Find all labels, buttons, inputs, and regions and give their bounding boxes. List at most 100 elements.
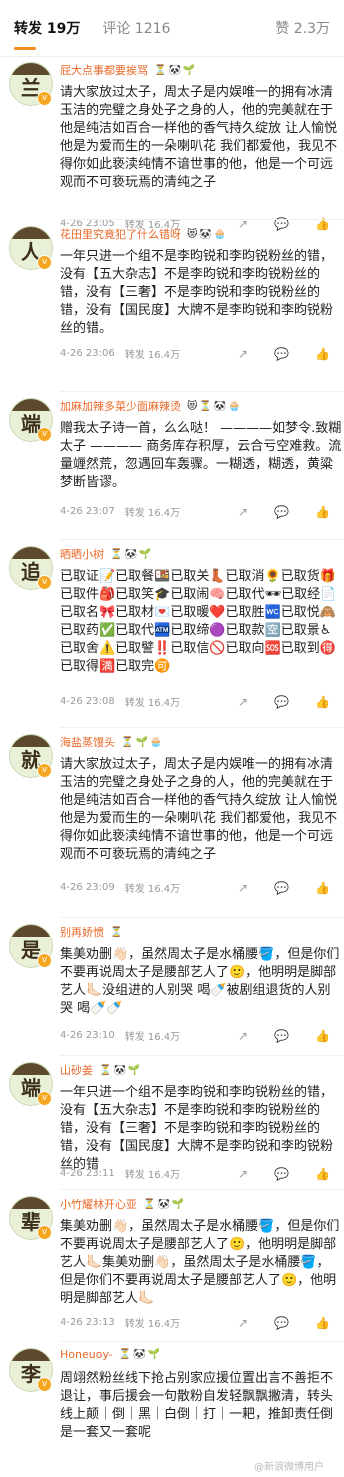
username[interactable]: Honeuoy- — [60, 1348, 113, 1361]
timestamp: 4-26 23:09 — [60, 882, 115, 893]
action-bar: ↗ 💬 👍 — [238, 347, 330, 361]
comment-icon[interactable]: 💬 — [274, 347, 289, 361]
username[interactable]: 加麻加辣多菜少面麻辣烫 — [60, 398, 181, 414]
repost-item: 辈 v 小竹耀林开心亚 ⏳🐼🌱 集美劝删👋🏻，虽然周太子是水桶腰🪣，但是你们不要再说周太… — [0, 1190, 344, 1342]
repost-item: 人 v 花田里究竟犯了什么错呀 😻🐼🧁 一年只进一个组不是李昀锐和李昀锐粉丝的错，没有【… — [0, 220, 344, 392]
verified-badge-icon: v — [37, 1377, 52, 1392]
username[interactable]: 屁大点事都要挨骂 — [60, 62, 148, 78]
repost-item: 端 v 山砂姜 ⏳🐼🌱 一年只进一个组不是李昀锐和李昀锐粉丝的错，没有【五大杂志】不是李… — [0, 1056, 344, 1190]
timestamp: 4-26 23:06 — [60, 348, 115, 359]
repost-item: 是 v 别再娇惯 ⏳ 集美劝删👋🏻，虽然周太子是水桶腰🪣，但是你们不要再说周太子是腰部艺… — [0, 918, 344, 1056]
tab-likes[interactable]: 赞 2.3万 — [275, 18, 330, 38]
action-bar: ↗ 💬 👍 — [238, 1029, 330, 1043]
comment-meta: 4-26 23:08 转发 16.4万 ↗ 💬 👍 — [60, 694, 330, 710]
timestamp: 4-26 23:08 — [60, 696, 115, 707]
repost-icon[interactable]: ↗ — [238, 505, 248, 519]
repost-item: 追 v 晒晒小树 ⏳🐼🌱 已取证📝已取餐🍱已取关👢已取消🌻已取货🎁已取件🎒已取笑🎓已取闹… — [0, 540, 344, 728]
user-badges: ⏳🐼🌱 — [99, 1064, 143, 1076]
comment-text: 周翊然粉丝线下抢占别家应援位置出言不善拒不退让，事后援会一句散粉自发轻飘飘撇清，… — [60, 1371, 334, 1440]
comment-header: 晒晒小树 ⏳🐼🌱 — [60, 546, 153, 562]
repost-item: 端 v 加麻加辣多菜少面麻辣烫 😻⏳🐼🧁 赠我太子诗一首，么么哒！ ————如梦令.致糊… — [0, 392, 344, 540]
tab-bar: 转发 19万 评论 1216 赞 2.3万 — [0, 0, 344, 57]
tab-reposts[interactable]: 转发 19万 — [14, 18, 80, 38]
comment-meta: 4-26 23:11 转发 16.4万 ↗ 💬 👍 — [60, 1166, 330, 1182]
verified-badge-icon: v — [37, 575, 52, 590]
repost-icon[interactable]: ↗ — [238, 695, 248, 709]
comment-icon[interactable]: 💬 — [274, 695, 289, 709]
like-icon[interactable]: 👍 — [315, 1316, 330, 1330]
username[interactable]: 小竹耀林开心亚 — [60, 1196, 137, 1212]
verified-badge-icon: v — [37, 763, 52, 778]
repost-count: 转发 16.4万 — [124, 698, 181, 709]
like-icon[interactable]: 👍 — [315, 1029, 330, 1043]
repost-icon[interactable]: ↗ — [238, 1316, 248, 1330]
comment-text: 已取证📝已取餐🍱已取关👢已取消🌻已取货🎁已取件🎒已取笑🎓已取闹🧠已取代🕶已取经📄… — [60, 569, 337, 674]
comment-text: 集美劝删👋🏻，虽然周太子是水桶腰🪣，但是你们不要再说周太子是腰部艺人了🙂，他明明… — [60, 1219, 340, 1306]
verified-badge-icon: v — [37, 1225, 52, 1240]
comment-meta: 4-26 23:07 转发 16.4万 ↗ 💬 👍 — [60, 504, 330, 520]
comment-header: 别再娇惯 ⏳ — [60, 924, 124, 940]
comment-header: 海盐蒸馒头 ⏳🌱🧁 — [60, 734, 164, 750]
like-icon[interactable]: 👍 — [315, 695, 330, 709]
user-badges: 😻⏳🐼🧁 — [187, 400, 243, 412]
timestamp: 4-26 23:11 — [60, 1168, 115, 1179]
comment-icon[interactable]: 💬 — [274, 1029, 289, 1043]
user-badges: ⏳🐼🌱 — [154, 64, 198, 76]
action-bar: ↗ 💬 👍 — [238, 695, 330, 709]
comment-meta: 4-26 23:10 转发 16.4万 ↗ 💬 👍 — [60, 1028, 330, 1044]
username[interactable]: 海盐蒸馒头 — [60, 734, 115, 750]
like-icon[interactable]: 👍 — [315, 1167, 330, 1181]
active-tab-indicator — [14, 47, 36, 50]
timestamp: 4-26 23:10 — [60, 1030, 115, 1041]
verified-badge-icon: v — [37, 953, 52, 968]
verified-badge-icon: v — [37, 91, 52, 106]
comment-icon[interactable]: 💬 — [274, 505, 289, 519]
comment-icon[interactable]: 💬 — [274, 1316, 289, 1330]
comment-text: 请大家放过太子，周太子是内娱唯一的拥有冰清玉洁的完璧之身处子之身的人，他的完美就… — [60, 85, 338, 190]
comment-text: 一年只进一个组不是李昀锐和李昀锐粉丝的错，没有【五大杂志】不是李昀锐和李昀锐粉丝… — [60, 1085, 334, 1172]
comment-meta: 4-26 23:06 转发 16.4万 ↗ 💬 👍 — [60, 346, 330, 362]
user-badges: ⏳🐼🌱 — [118, 1349, 163, 1360]
repost-count: 转发 16.4万 — [124, 1170, 181, 1181]
username[interactable]: 山砂姜 — [60, 1062, 93, 1078]
comment-text: 赠我太子诗一首，么么哒！ ————如梦令.致糊太子 ———— 商务库存积厚，云合… — [60, 421, 342, 490]
action-bar: ↗ 💬 👍 — [238, 1167, 330, 1181]
comment-text: 集美劝删👋🏻，虽然周太子是水桶腰🪣，但是你们不要再说周太子是腰部艺人了🙂，他明明… — [60, 947, 340, 1016]
comment-meta: 4-26 23:13 转发 16.4万 ↗ 💬 👍 — [60, 1315, 330, 1331]
repost-icon[interactable]: ↗ — [238, 347, 248, 361]
action-bar: ↗ 💬 👍 — [238, 1316, 330, 1330]
repost-icon[interactable]: ↗ — [238, 1167, 248, 1181]
username[interactable]: 别再娇惯 — [60, 924, 104, 940]
username[interactable]: 晒晒小树 — [60, 546, 104, 562]
like-icon[interactable]: 👍 — [315, 881, 330, 895]
username[interactable]: 花田里究竟犯了什么错呀 — [60, 226, 181, 242]
timestamp: 4-26 23:07 — [60, 506, 115, 517]
user-badges: ⏳ — [110, 926, 125, 938]
user-badges: ⏳🌱🧁 — [121, 736, 165, 748]
repost-count: 转发 16.4万 — [124, 884, 181, 895]
comment-header: Honeuoy- ⏳🐼🌱 — [60, 1348, 162, 1361]
repost-icon[interactable]: ↗ — [238, 1029, 248, 1043]
repost-count: 转发 16.4万 — [124, 1319, 181, 1330]
repost-count: 转发 16.4万 — [124, 350, 181, 361]
comment-header: 山砂姜 ⏳🐼🌱 — [60, 1062, 142, 1078]
repost-item: 就 v 海盐蒸馒头 ⏳🌱🧁 请大家放过太子，周太子是内娱唯一的拥有冰清玉洁的完璧之身处子… — [0, 728, 344, 918]
like-icon[interactable]: 👍 — [315, 505, 330, 519]
repost-icon[interactable]: ↗ — [238, 881, 248, 895]
comment-header: 花田里究竟犯了什么错呀 😻🐼🧁 — [60, 226, 228, 242]
comment-icon[interactable]: 💬 — [274, 881, 289, 895]
tab-comments[interactable]: 评论 1216 — [102, 18, 170, 38]
like-icon[interactable]: 👍 — [315, 347, 330, 361]
action-bar: ↗ 💬 👍 — [238, 881, 330, 895]
user-badges: ⏳🐼🌱 — [110, 548, 154, 560]
comment-header: 小竹耀林开心亚 ⏳🐼🌱 — [60, 1196, 186, 1212]
repost-item: 兰 v 屁大点事都要挨骂 ⏳🐼🌱 请大家放过太子，周太子是内娱唯一的拥有冰清玉洁的完璧之… — [0, 56, 344, 231]
user-badges: 😻🐼🧁 — [187, 228, 229, 240]
comment-icon[interactable]: 💬 — [274, 1167, 289, 1181]
timestamp: 4-26 23:13 — [60, 1317, 115, 1328]
verified-badge-icon: v — [37, 427, 52, 442]
repost-count: 转发 16.4万 — [124, 508, 181, 519]
comment-meta: 4-26 23:09 转发 16.4万 ↗ 💬 👍 — [60, 880, 330, 896]
user-badges: ⏳🐼🌱 — [143, 1198, 187, 1210]
repost-item: 李 v Honeuoy- ⏳🐼🌱 周翊然粉丝线下抢占别家应援位置出言不善拒不退让，事后援… — [0, 1342, 344, 1477]
